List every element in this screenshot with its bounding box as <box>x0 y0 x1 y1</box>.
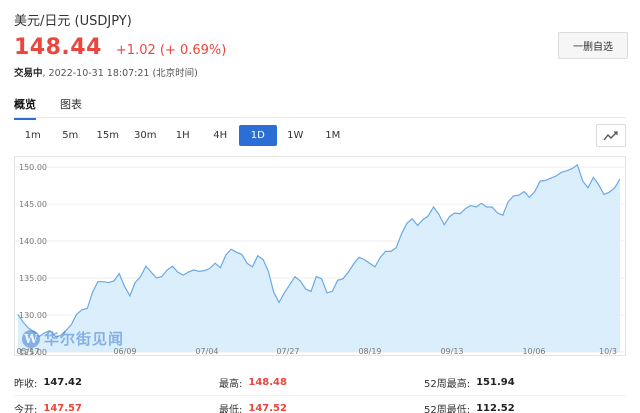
x-tick-label: 08/19 <box>358 347 381 356</box>
period-1h[interactable]: 1H <box>164 125 202 146</box>
trading-status: 交易中 <box>14 68 43 79</box>
period-1w[interactable]: 1W <box>277 125 315 146</box>
y-tick-label: 140.00 <box>19 237 47 246</box>
stat-52w-low: 52周最低: 112.52 <box>424 401 515 413</box>
x-tick-label: 07/04 <box>195 347 218 356</box>
stat-value: 112.52 <box>476 403 515 413</box>
stat-value: 151.94 <box>476 376 515 388</box>
stat-label: 52周最高: <box>424 378 471 390</box>
tab-divider <box>14 117 626 118</box>
x-tick-label: 10/06 <box>522 347 545 356</box>
stat-low: 最低: 147.52 <box>219 401 424 413</box>
x-tick-label: 07/27 <box>276 347 299 356</box>
period-15m[interactable]: 15m <box>89 125 127 146</box>
stat-high: 最高: 148.48 <box>219 375 424 390</box>
stat-label: 今开: <box>14 405 38 413</box>
y-tick-label: 130.00 <box>19 311 47 320</box>
trading-status-line: 交易中, 2022-10-31 18:07:21 (北京时间) <box>14 65 198 79</box>
stat-label: 52周最低: <box>424 405 471 413</box>
x-tick-label: 10/3 <box>599 347 617 356</box>
stat-value: 147.42 <box>43 376 82 388</box>
quote-timestamp: , 2022-10-31 18:07:21 (北京时间) <box>42 68 198 79</box>
period-1mo[interactable]: 1M <box>314 125 352 146</box>
line-chart-icon <box>603 130 618 140</box>
stats-row: 昨收: 147.42 最高: 148.48 52周最高: 151.94 <box>14 369 626 395</box>
period-1d[interactable]: 1D <box>239 125 277 146</box>
current-price: 148.44 <box>14 35 102 60</box>
period-4h[interactable]: 4H <box>202 125 240 146</box>
instrument-title: 美元/日元 (USDJPY) <box>14 14 132 29</box>
y-tick-label: 135.00 <box>19 274 47 283</box>
stat-value: 148.48 <box>248 376 287 388</box>
y-tick-label: 145.00 <box>19 200 47 209</box>
watermark-logo: W <box>22 329 40 348</box>
stats-row: 今开: 147.57 最低: 147.52 52周最低: 112.52 <box>14 395 626 413</box>
stat-open: 今开: 147.57 <box>14 401 219 413</box>
stat-value: 147.52 <box>248 403 287 413</box>
period-30m[interactable]: 30m <box>127 125 165 146</box>
price-chart[interactable]: 125.00 130.00 135.00 140.00 145.00 150.00 05/1… <box>14 156 626 356</box>
stat-label: 最高: <box>219 378 243 390</box>
stat-52w-high: 52周最高: 151.94 <box>424 375 515 390</box>
price-change: +1.02 (+ 0.69%) <box>115 43 227 58</box>
stat-label: 最低: <box>219 405 243 413</box>
period-selector: 1m 5m 15m 30m 1H 4H 1D 1W 1M <box>14 125 352 146</box>
stats-panel: 昨收: 147.42 最高: 148.48 52周最高: 151.94 今开: … <box>14 369 626 413</box>
x-tick-label: 09/13 <box>440 347 463 356</box>
price-chart-svg: 125.00130.00135.00140.00145.00150.0005/1… <box>14 156 626 356</box>
remove-watchlist-button[interactable]: 一删自选 <box>558 32 628 59</box>
period-1m[interactable]: 1m <box>14 125 52 146</box>
y-tick-label: 150.00 <box>19 163 47 172</box>
period-5m[interactable]: 5m <box>52 125 90 146</box>
stat-prev-close: 昨收: 147.42 <box>14 375 219 390</box>
stat-label: 昨收: <box>14 378 38 390</box>
stat-value: 147.57 <box>43 403 82 413</box>
chart-type-button[interactable] <box>596 124 626 147</box>
watermark: W 华尔街见闻 <box>22 328 124 349</box>
watermark-text: 华尔街见闻 <box>44 330 125 348</box>
price-row: 148.44 +1.02 (+ 0.69%) <box>14 35 226 60</box>
